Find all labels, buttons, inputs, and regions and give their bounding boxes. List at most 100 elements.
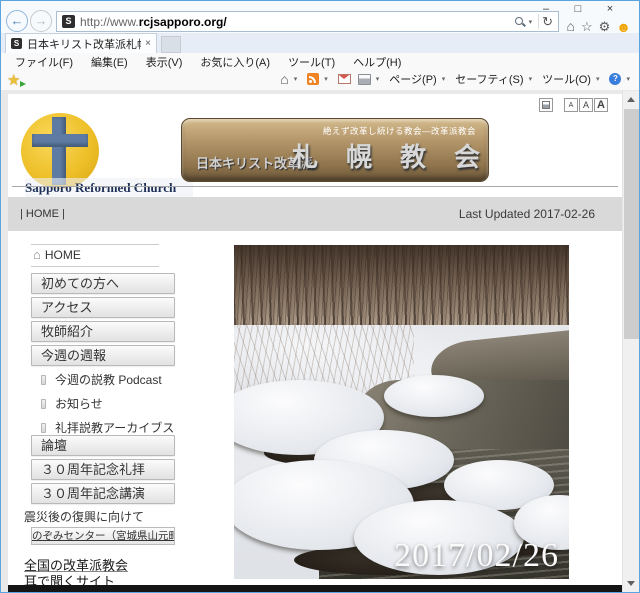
tab-sapporo-church[interactable]: S 日本キリスト改革派札幌教会 × [5, 33, 157, 53]
hero-image: 2017/02/26 [234, 245, 569, 579]
cmd-safety-label: セーフティ(S) [455, 71, 523, 87]
gear-icon[interactable] [599, 20, 611, 34]
search-icon[interactable] [514, 16, 526, 28]
cmd-home[interactable] [280, 71, 300, 87]
cmd-safety[interactable]: セーフティ(S) [455, 71, 535, 87]
url-text[interactable]: http://www.rcjsapporo.org/ [80, 15, 227, 29]
trees-layer [234, 245, 569, 325]
menu-help[interactable]: ヘルプ(H) [344, 53, 410, 69]
header-divider [12, 186, 618, 187]
sidebar-item-pastor[interactable]: 牧師紹介 [31, 321, 175, 342]
font-size-large-button[interactable]: A [594, 98, 608, 112]
sidebar-divider [31, 244, 159, 245]
scroll-down-arrow-icon[interactable] [623, 575, 640, 592]
address-bar[interactable]: S http://www.rcjsapporo.org/ [56, 11, 559, 32]
site-favicon: S [62, 15, 75, 28]
sidebar-section-heading: 震災後の復興に向けて [24, 508, 144, 525]
chevron-down-icon [324, 75, 328, 83]
subitem-label: 礼拝説教アーカイブス [55, 419, 174, 436]
page-chip-icon [41, 399, 46, 409]
add-favorite-star-icon[interactable] [7, 71, 25, 89]
house-icon [33, 249, 41, 261]
help-icon [609, 73, 621, 85]
quick-icons [566, 19, 631, 34]
home-page-icon [280, 71, 288, 87]
browser-window: S http://www.rcjsapporo.org/ – □ × S 日本キ… [0, 0, 640, 593]
menu-tools[interactable]: ツール(T) [279, 53, 344, 69]
subitem-label: 今週の説教 Podcast [55, 371, 162, 388]
chevron-down-icon [442, 75, 446, 83]
cmd-rss[interactable] [307, 73, 331, 85]
tab-title: 日本キリスト改革派札幌教会 [27, 36, 141, 52]
cmd-page-label: ページ(P) [389, 71, 436, 87]
maximize-button[interactable]: □ [563, 1, 593, 19]
logo-english-name: Sapporo Reformed Church [25, 178, 193, 197]
command-bar-right: ページ(P) セーフティ(S) ツール(O) [280, 71, 633, 87]
page-chip-icon [41, 423, 46, 433]
font-size-medium-button[interactable]: A [579, 98, 593, 112]
tab-favicon: S [11, 38, 22, 49]
cmd-page[interactable]: ページ(P) [389, 71, 448, 87]
new-tab-button[interactable] [161, 36, 181, 53]
chevron-down-icon [626, 75, 630, 83]
chevron-down-icon [529, 75, 533, 83]
cmd-print[interactable] [358, 74, 383, 85]
page-body: A A A Sapporo Reformed Church 絶えず改革し続ける教… [8, 94, 623, 593]
sidebar-subitem-news[interactable]: お知らせ [41, 395, 103, 412]
sidebar-divider [31, 266, 159, 267]
printer-icon [358, 74, 371, 85]
sidebar-item-first-visit[interactable]: 初めての方へ [31, 273, 175, 294]
printer-icon [542, 101, 550, 109]
scrollbar-thumb[interactable] [624, 109, 639, 339]
cmd-help[interactable] [609, 73, 633, 85]
sidebar-item-access[interactable]: アクセス [31, 297, 175, 318]
tab-bar: S 日本キリスト改革派札幌教会 × [1, 33, 639, 53]
breadcrumb-band: | HOME | Last Updated 2017-02-26 [8, 197, 623, 231]
sidebar-subitem-podcast[interactable]: 今週の説教 Podcast [41, 371, 162, 388]
menu-view[interactable]: 表示(V) [137, 53, 192, 69]
sidebar-item-forum[interactable]: 論壇 [31, 435, 175, 456]
cross-icon [32, 134, 88, 147]
sidebar-subitem-sermon-archives[interactable]: 礼拝説教アーカイブス [41, 419, 174, 436]
tab-close-icon[interactable]: × [141, 38, 151, 49]
sidebar-item-home[interactable]: HOME [33, 248, 81, 262]
banner-church-name: 札 幌 教 会 [292, 137, 481, 174]
menu-favorites[interactable]: お気に入り(A) [191, 53, 279, 69]
minimize-button[interactable]: – [531, 1, 561, 19]
church-logo[interactable]: Sapporo Reformed Church [21, 113, 99, 189]
chevron-down-icon [376, 75, 380, 83]
chevron-down-icon [596, 75, 600, 83]
page-footer-bar [8, 585, 623, 593]
close-button[interactable]: × [595, 1, 625, 19]
forward-button[interactable] [30, 10, 52, 32]
favorites-star-icon[interactable] [581, 20, 593, 34]
vertical-scrollbar[interactable] [622, 91, 639, 592]
url-scheme: http://www. [80, 15, 139, 29]
home-icon[interactable] [566, 19, 574, 34]
menu-bar: ファイル(F) 編集(E) 表示(V) お気に入り(A) ツール(T) ヘルプ(… [1, 53, 639, 69]
cmd-tools-label: ツール(O) [542, 71, 591, 87]
snow-mound [384, 375, 484, 417]
scroll-up-arrow-icon[interactable] [623, 91, 640, 108]
mail-icon [338, 74, 351, 84]
page-chip-icon [41, 375, 46, 385]
font-size-small-button[interactable]: A [564, 98, 578, 112]
cross-icon [52, 117, 66, 185]
page-print-button[interactable] [539, 98, 553, 112]
command-bar: ページ(P) セーフティ(S) ツール(O) [1, 69, 639, 91]
chevron-down-icon [294, 75, 298, 83]
feedback-smiley-icon[interactable] [616, 20, 631, 34]
sidebar-item-30th-lecture[interactable]: ３０周年記念講演 [31, 483, 175, 504]
page-viewport: A A A Sapporo Reformed Church 絶えず改革し続ける教… [1, 91, 639, 592]
menu-file[interactable]: ファイル(F) [6, 53, 82, 69]
menu-edit[interactable]: 編集(E) [82, 53, 137, 69]
sidebar-item-30th-worship[interactable]: ３０周年記念礼拝 [31, 459, 175, 480]
banner-tagline: 絶えず改革し続ける教会―改革派教会 [323, 125, 476, 137]
sidebar-item-weekly-bulletin[interactable]: 今週の週報 [31, 345, 175, 366]
cmd-tools[interactable]: ツール(O) [542, 71, 602, 87]
breadcrumb[interactable]: | HOME | [20, 197, 65, 231]
back-button[interactable] [6, 10, 28, 32]
cmd-mail[interactable] [338, 74, 351, 84]
sidebar-link-nozomi-center[interactable]: のぞみセンター（宮城県山元町） [31, 527, 175, 545]
title-bar: S http://www.rcjsapporo.org/ – □ × [1, 1, 639, 33]
